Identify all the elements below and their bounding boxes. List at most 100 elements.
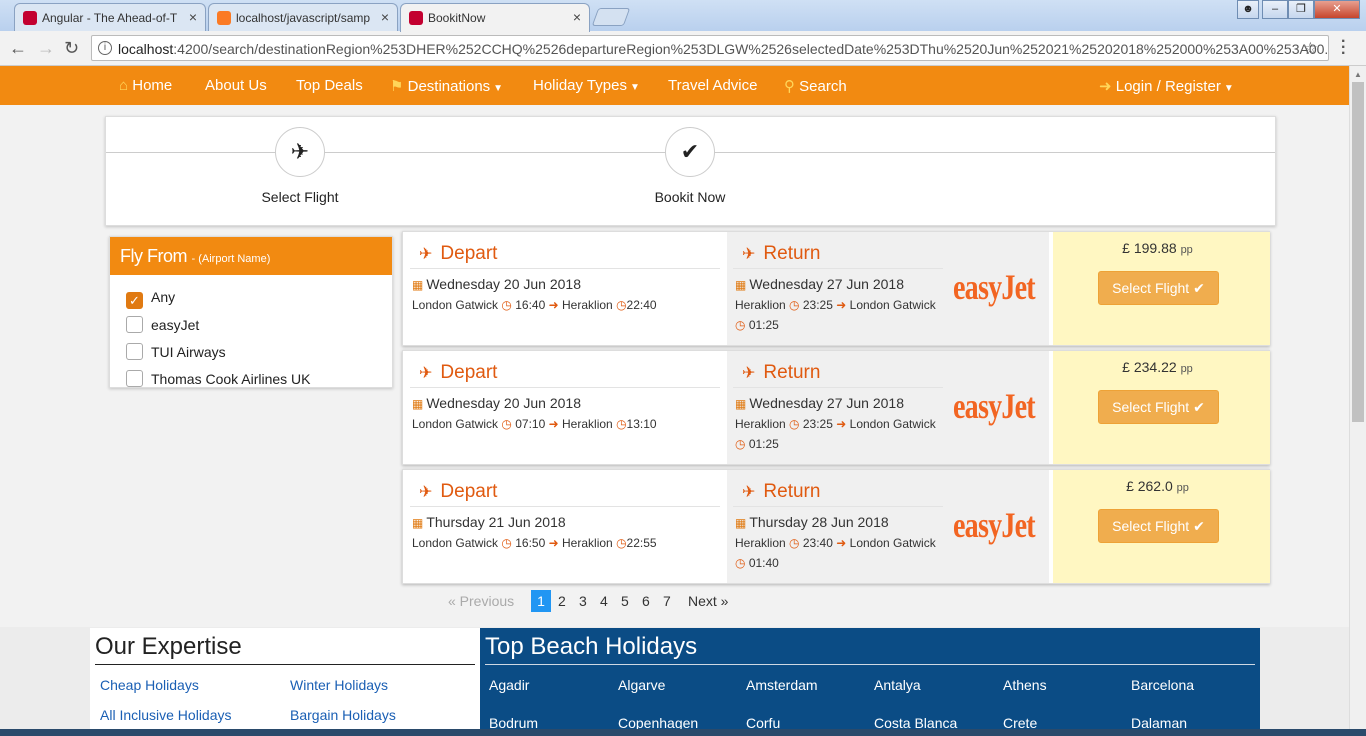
airline-logo: easyJet (953, 267, 1036, 307)
nav-top-deals[interactable]: Top Deals (296, 77, 363, 94)
close-window-button[interactable]: ✕ (1314, 0, 1360, 19)
filter-option-any[interactable]: ✓ Any (126, 289, 175, 309)
nav-about[interactable]: About Us (205, 77, 267, 94)
page-link[interactable]: 3 (579, 590, 587, 612)
filter-option-tui[interactable]: TUI Airways (126, 343, 226, 360)
depart-leg: ✈ Depart ▦ Wednesday 20 Jun 2018 London Ga… (404, 351, 727, 464)
caret-down-icon: ▼ (629, 82, 640, 93)
check-icon: ✔ (1193, 280, 1205, 296)
arrive-time: 13:10 (626, 417, 657, 431)
clock-icon: ◷ (616, 417, 627, 431)
page-link[interactable]: 6 (642, 590, 650, 612)
back-icon[interactable]: ← (9, 38, 27, 59)
return-date: Wednesday 27 Jun 2018 (749, 276, 904, 292)
address-bar-row: ← → ↻ i localhost:4200/search/destinatio… (0, 31, 1366, 66)
forward-icon[interactable]: → (37, 38, 55, 59)
filter-option-easyjet[interactable]: easyJet (126, 316, 199, 333)
scroll-up-icon[interactable]: ▲ (1354, 70, 1362, 79)
search-icon: ⚲ (784, 78, 795, 95)
return-time: 23:25 (802, 417, 833, 431)
browser-tab[interactable]: localhost/javascript/samp × (208, 3, 398, 31)
checkbox[interactable] (126, 370, 143, 387)
clock-icon: ◷ (789, 536, 800, 550)
checkbox-checked[interactable]: ✓ (126, 292, 143, 309)
depart-heading: Depart (440, 362, 498, 383)
filter-option-thomas-cook[interactable]: Thomas Cook Airlines UK (126, 370, 311, 387)
browser-menu-icon[interactable]: · · · (1341, 34, 1346, 62)
checkbox[interactable] (126, 343, 143, 360)
return-time: 23:40 (802, 536, 833, 550)
nav-login[interactable]: ➜ Login / Register ▼ (1099, 77, 1234, 95)
depart-time: 16:50 (515, 536, 546, 550)
divider (95, 664, 475, 665)
plane-icon: ✈ (742, 484, 756, 501)
close-tab-icon[interactable]: × (573, 9, 581, 25)
close-tab-icon[interactable]: × (189, 9, 197, 25)
prev-page-link[interactable]: « Previous (448, 590, 514, 612)
return-heading: Return (763, 481, 821, 502)
minimize-button[interactable]: – (1262, 0, 1288, 19)
depart-time: 07:10 (515, 417, 546, 431)
depart-date: Wednesday 20 Jun 2018 (426, 276, 581, 292)
arrow-right-icon: ➜ (836, 536, 847, 550)
profile-icon[interactable]: ☻ (1237, 0, 1259, 19)
scrollbar-thumb[interactable] (1352, 82, 1364, 422)
fly-from-filter: Fly From - (Airport Name) ✓ Any easyJet T… (109, 236, 393, 388)
url-input[interactable]: i localhost:4200/search/destinationRegio… (91, 35, 1329, 61)
booking-steps: ✈ Select Flight ✔ Bookit Now (105, 116, 1276, 226)
origin: Heraklion (735, 417, 786, 431)
beach-link[interactable]: Antalya (874, 677, 921, 693)
clock-icon: ◷ (501, 536, 512, 550)
caret-down-icon: ▼ (1223, 83, 1234, 94)
select-flight-button[interactable]: Select Flight ✔ (1098, 271, 1219, 305)
page-link[interactable]: 2 (558, 590, 566, 612)
nav-home[interactable]: ⌂ Home (119, 77, 172, 94)
clock-icon: ◷ (501, 298, 512, 312)
page-link-current[interactable]: 1 (531, 590, 551, 612)
price-panel: £ 199.88 pp Select Flight ✔ (1053, 232, 1270, 345)
reload-icon[interactable]: ↻ (64, 38, 79, 59)
next-page-link[interactable]: Next » (688, 590, 728, 612)
calendar-icon: ▦ (412, 516, 424, 530)
browser-tab[interactable]: Angular - The Ahead-of-T × (14, 3, 206, 31)
beach-link[interactable]: Athens (1003, 677, 1047, 693)
clock-icon: ◷ (501, 417, 512, 431)
nav-travel-advice[interactable]: Travel Advice (668, 77, 757, 94)
close-tab-icon[interactable]: × (381, 9, 389, 25)
page-link[interactable]: 5 (621, 590, 629, 612)
nav-destinations[interactable]: ⚑ Destinations ▼ (390, 77, 503, 95)
beach-link[interactable]: Agadir (489, 677, 529, 693)
beach-link[interactable]: Barcelona (1131, 677, 1194, 693)
link-cheap-holidays[interactable]: Cheap Holidays (100, 677, 199, 693)
page-link[interactable]: 7 (663, 590, 671, 612)
maximize-button[interactable]: ❐ (1288, 0, 1314, 19)
checkbox[interactable] (126, 316, 143, 333)
arrive-time: 22:40 (626, 298, 657, 312)
info-icon[interactable]: i (98, 41, 112, 55)
select-flight-button[interactable]: Select Flight ✔ (1098, 509, 1219, 543)
plane-icon: ✈ (742, 365, 756, 382)
beach-link[interactable]: Amsterdam (746, 677, 818, 693)
new-tab-button[interactable] (591, 8, 631, 26)
per-person: pp (1176, 482, 1189, 494)
arrive-time: 01:25 (748, 318, 779, 332)
select-flight-button[interactable]: Select Flight ✔ (1098, 390, 1219, 424)
nav-search[interactable]: ⚲ Search (784, 77, 847, 95)
nav-holiday-types[interactable]: Holiday Types ▼ (533, 77, 640, 94)
browser-tab-active[interactable]: BookitNow × (400, 3, 590, 32)
pagination: « Previous 1 2 3 4 5 6 7 Next » (0, 588, 1366, 612)
flight-result-card: ✈ Depart ▦ Wednesday 20 Jun 2018 London Ga… (402, 350, 1270, 465)
destination: London Gatwick (849, 298, 936, 312)
filter-header: Fly From - (Airport Name) (110, 237, 392, 275)
bookmark-star-icon[interactable]: ☆ (1303, 39, 1318, 59)
arrive-time: 22:55 (626, 536, 657, 550)
link-bargain-holidays[interactable]: Bargain Holidays (290, 707, 396, 723)
price: £ 199.88 (1122, 240, 1177, 256)
divider (485, 664, 1255, 665)
plane-icon: ✈ (419, 484, 433, 501)
page-scrollbar[interactable]: ▲ (1349, 66, 1366, 736)
beach-link[interactable]: Algarve (618, 677, 665, 693)
page-link[interactable]: 4 (600, 590, 608, 612)
link-all-inclusive[interactable]: All Inclusive Holidays (100, 707, 232, 723)
link-winter-holidays[interactable]: Winter Holidays (290, 677, 388, 693)
